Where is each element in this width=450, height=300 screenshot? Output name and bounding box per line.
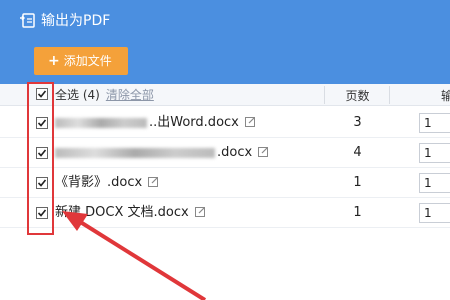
annotation-arrow xyxy=(62,211,207,300)
